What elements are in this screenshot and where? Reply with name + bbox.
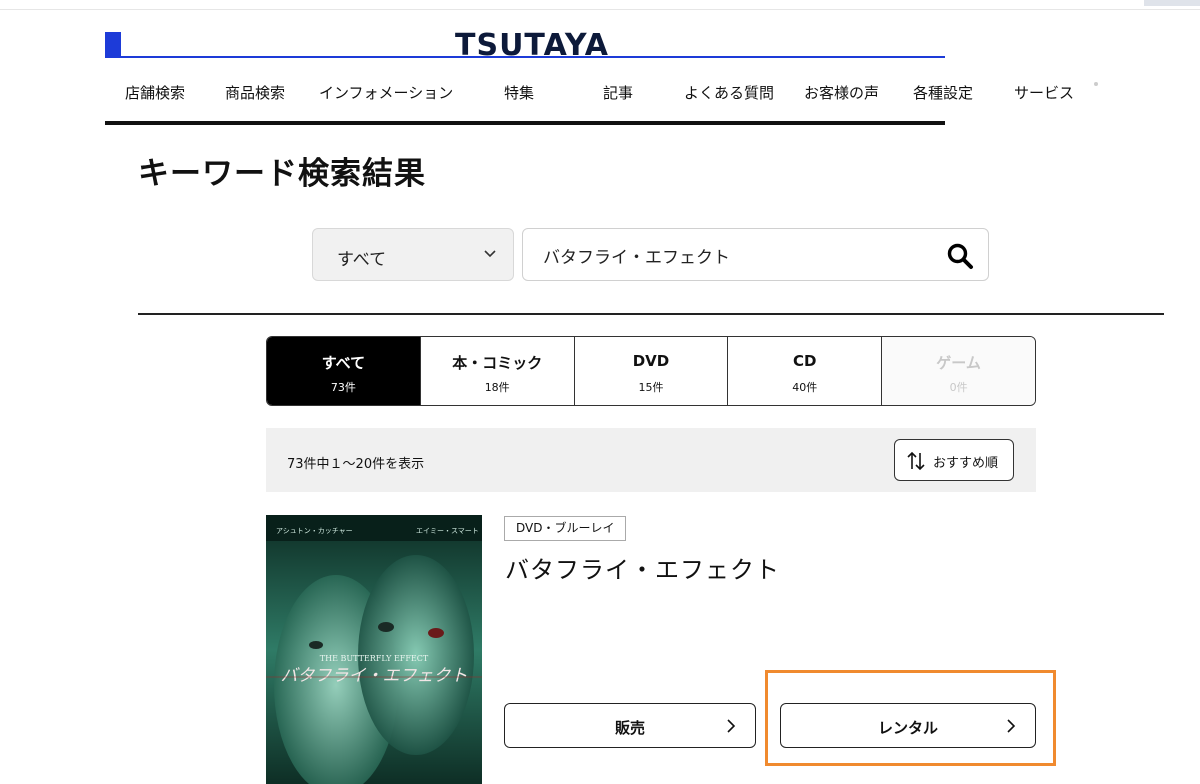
- product-title[interactable]: バタフライ・エフェクト: [505, 550, 780, 585]
- result-summary-bar: 73件中１～20件を表示 おすすめ順: [266, 428, 1036, 492]
- tab-label: すべて: [321, 354, 366, 372]
- category-select[interactable]: すべて: [312, 228, 514, 281]
- sort-label: おすすめ順: [933, 456, 999, 471]
- cover-jp-title: バタフライ・エフェクト: [281, 666, 468, 686]
- search-input[interactable]: [543, 241, 923, 269]
- highlight-annotation: [765, 670, 1056, 766]
- tab-all[interactable]: すべて 73件: [267, 337, 421, 405]
- browser-top-strip: [0, 0, 1200, 10]
- site-header: TSUTAYA: [105, 28, 945, 63]
- tab-label: 本・コミック: [452, 354, 543, 372]
- buy-button-label: 販売: [614, 719, 645, 737]
- tab-count: 0件: [949, 381, 968, 394]
- section-divider: [138, 313, 1164, 315]
- page-title: キーワード検索結果: [138, 156, 426, 192]
- tab-count: 15件: [638, 381, 664, 394]
- cover-en-title: THE BUTTERFLY EFFECT: [320, 654, 429, 663]
- tab-count: 73件: [330, 381, 356, 394]
- search-box: [522, 228, 989, 281]
- nav-item-product-search[interactable]: 商品検索: [225, 82, 285, 103]
- sort-icon: [907, 451, 925, 471]
- buy-button[interactable]: 販売: [504, 703, 756, 748]
- tab-label: CD: [793, 352, 817, 370]
- chevron-down-icon: [484, 250, 496, 258]
- chevron-right-icon: [727, 719, 736, 733]
- nav-item-customer-voice[interactable]: お客様の声: [804, 82, 879, 103]
- tab-game: ゲーム 0件: [882, 337, 1035, 405]
- tsutaya-logo[interactable]: TSUTAYA: [455, 28, 609, 63]
- category-select-value: すべて: [337, 250, 387, 270]
- global-nav: 店舗検索 商品検索 インフォメーション 特集 記事 よくある質問 お客様の声 各…: [105, 78, 1095, 110]
- tab-books-comics[interactable]: 本・コミック 18件: [420, 337, 575, 405]
- nav-item-settings[interactable]: 各種設定: [913, 82, 973, 103]
- cover-art: アシュトン・カッチャー エイミー・スマート THE BUTTERFLY EFFE…: [266, 515, 482, 784]
- nav-item-information[interactable]: インフォメーション: [319, 82, 453, 103]
- nav-item-store-search[interactable]: 店舗検索: [125, 82, 185, 103]
- tab-label: DVD: [632, 352, 670, 370]
- tab-dvd[interactable]: DVD 15件: [574, 337, 729, 405]
- nav-item-features[interactable]: 特集: [504, 82, 534, 103]
- tab-label: ゲーム: [936, 354, 981, 372]
- result-count: 73件中１～20件を表示: [287, 457, 425, 472]
- tab-count: 40件: [792, 381, 818, 394]
- media-type-badge: DVD・ブルーレイ: [504, 516, 627, 541]
- scroll-indicator[interactable]: [1144, 0, 1200, 6]
- category-tabs: すべて 73件 本・コミック 18件 DVD 15件 CD 40件 ゲーム 0件: [266, 336, 1036, 406]
- product-cover-image[interactable]: アシュトン・カッチャー エイミー・スマート THE BUTTERFLY EFFE…: [266, 515, 482, 784]
- tab-count: 18件: [484, 381, 510, 394]
- sort-button[interactable]: おすすめ順: [894, 439, 1014, 481]
- cover-credit-left: アシュトン・カッチャー: [276, 527, 353, 535]
- nav-item-services[interactable]: サービス: [1014, 82, 1074, 103]
- decorative-dot: [1094, 82, 1098, 86]
- brand-accent-block: [105, 32, 121, 58]
- nav-item-faq[interactable]: よくある質問: [684, 82, 774, 103]
- cover-credit-right: エイミー・スマート: [416, 527, 479, 535]
- nav-item-articles[interactable]: 記事: [603, 82, 633, 103]
- search-icon[interactable]: [946, 242, 974, 270]
- tab-cd[interactable]: CD 40件: [728, 337, 883, 405]
- nav-underline: [105, 121, 945, 125]
